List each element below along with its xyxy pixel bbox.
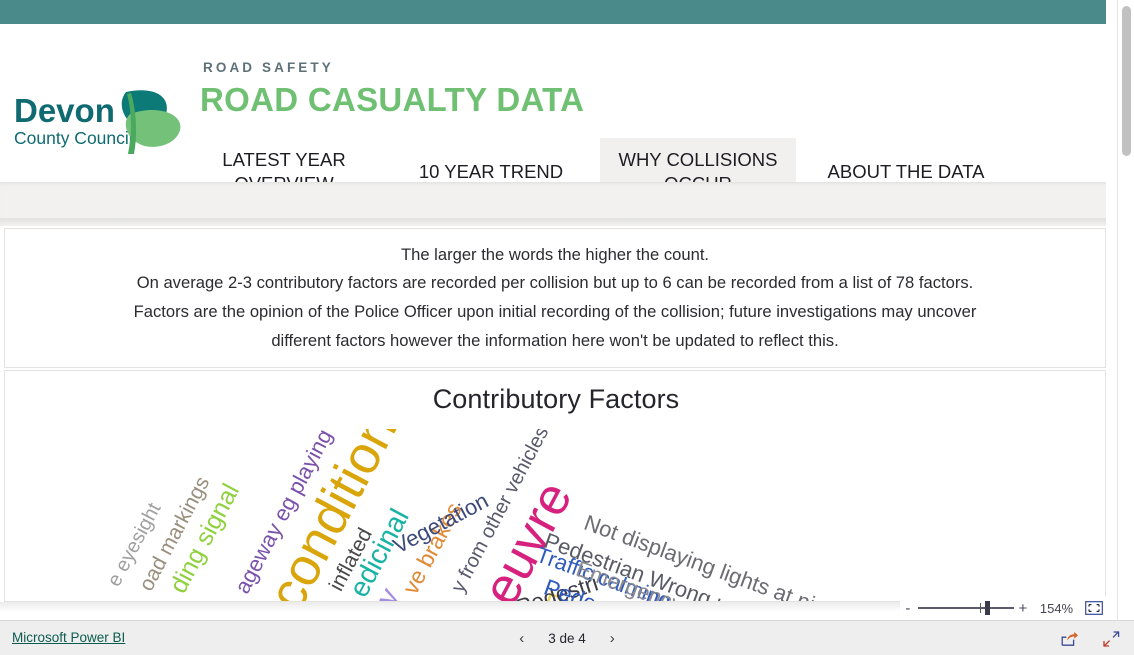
chart-title: Contributory Factors (432, 384, 680, 414)
zoom-out-button[interactable]: - (900, 600, 916, 617)
share-icon[interactable] (1061, 631, 1079, 647)
chevron-right-icon[interactable]: › (608, 630, 617, 647)
page-navigator: ‹ 3 de 4 › (0, 621, 1134, 655)
zoom-slider-handle[interactable] (984, 601, 990, 615)
description-card: The larger the words the higher the coun… (4, 228, 1106, 368)
vertical-scrollbar-thumb[interactable] (1122, 6, 1131, 156)
zoom-control[interactable]: - + 154% (900, 596, 1106, 620)
footer-actions (1061, 621, 1120, 655)
word-cloud[interactable]: e eyesight oad markings ding signal ageway … (5, 429, 1105, 601)
page-title: ROAD CASUALTY DATA (200, 81, 585, 118)
power-bi-report-viewer: Devon County Council ROAD SAFETY ROAD CA… (0, 0, 1134, 655)
zoom-slider-track (917, 607, 1014, 609)
svg-text:Devon: Devon (14, 92, 115, 129)
zoom-level-label: 154% (1039, 600, 1074, 616)
description-text: The larger the words the higher the coun… (133, 244, 977, 350)
chevron-left-icon[interactable]: ‹ (517, 630, 526, 647)
report-kicker: ROAD SAFETY (203, 60, 334, 75)
page-indicator-label: 3 de 4 (548, 631, 586, 646)
zoom-slider-tick (979, 603, 982, 613)
power-bi-footer-bar: Microsoft Power BI ‹ 3 de 4 › (0, 620, 1134, 655)
report-header: Devon County Council ROAD SAFETY ROAD CA… (0, 24, 1106, 206)
contributory-factors-card: Contributory Factors e eyesight oad marki… (4, 370, 1106, 602)
vertical-scrollbar[interactable] (1117, 0, 1134, 620)
zoom-slider[interactable] (917, 600, 1014, 616)
zoom-in-button[interactable]: + (1015, 600, 1031, 617)
fullscreen-icon[interactable] (1103, 630, 1120, 647)
fit-to-page-icon[interactable] (1082, 599, 1106, 617)
report-canvas: Devon County Council ROAD SAFETY ROAD CA… (0, 0, 1134, 620)
top-accent-strip (0, 0, 1106, 24)
header-separator-shadow (0, 218, 1106, 226)
